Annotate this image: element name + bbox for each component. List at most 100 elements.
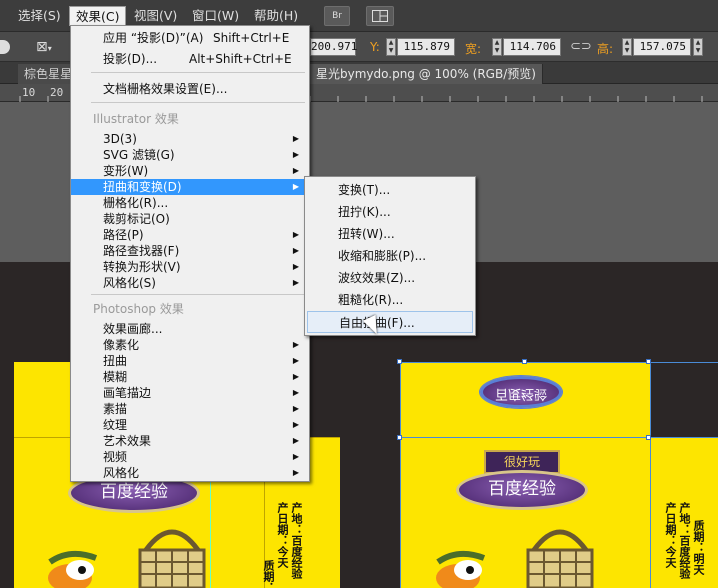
y-stepper[interactable]: ▲ ▼ <box>386 38 396 56</box>
selection-handle[interactable] <box>397 435 402 440</box>
submenu-item-transform[interactable]: 变换(T)... <box>305 179 475 201</box>
menu-section-illustrator: Illustrator 效果 <box>93 112 179 126</box>
menu-separator <box>91 102 305 103</box>
product-info-left-2: 产地：百度经验 <box>290 502 303 579</box>
menu-item-convert-to-shape[interactable]: 转换为形状(V) ▶ <box>71 259 309 275</box>
menu-item-label: 像素化 <box>103 338 140 352</box>
submenu-item-roughen[interactable]: 粗糙化(R)... <box>305 289 475 311</box>
width-stepper[interactable]: ▲ ▼ <box>492 38 502 56</box>
menu-item-blur[interactable]: 模糊 ▶ <box>71 369 309 385</box>
height-stepper[interactable]: ▲ ▼ <box>622 38 632 56</box>
menu-item-label: 扭曲 <box>103 354 128 368</box>
menu-item-svg-filters[interactable]: SVG 滤镜(G) ▶ <box>71 147 309 163</box>
menu-item-label: 路径(P) <box>103 228 144 242</box>
product-info-right-1: 产日期：今天 <box>664 502 677 568</box>
submenu-item-free-distort[interactable]: 自由扭曲(F)... <box>307 311 473 333</box>
submenu-item-pucker-bloat[interactable]: 收缩和膨胀(P)... <box>305 245 475 267</box>
menu-item-label: 艺术效果 <box>103 434 152 448</box>
menu-item-texture[interactable]: 纹理 ▶ <box>71 417 309 433</box>
selection-bounds <box>400 362 718 363</box>
height-field[interactable]: 157.075 <box>633 38 691 56</box>
product-info-left-1: 产日期：今天 <box>276 502 289 568</box>
distort-transform-submenu: 变换(T)... 扭拧(K)... 扭转(W)... 收缩和膨胀(P)... 波… <box>304 176 476 336</box>
submenu-arrow-icon: ▶ <box>292 134 299 143</box>
menu-item-video[interactable]: 视频 ▶ <box>71 449 309 465</box>
bridge-button[interactable]: Br <box>324 6 350 26</box>
menu-select[interactable]: 选择(S) <box>12 6 67 26</box>
menu-item-stylize-illustrator[interactable]: 风格化(S) ▶ <box>71 275 309 291</box>
cartoon-character-icon <box>436 550 486 588</box>
selection-handle[interactable] <box>646 435 651 440</box>
submenu-item-twist[interactable]: 扭转(W)... <box>305 223 475 245</box>
menu-item-label: 风格化(S) <box>103 276 156 290</box>
submenu-arrow-icon: ▶ <box>292 356 299 365</box>
menu-item-sketch[interactable]: 素描 ▶ <box>71 401 309 417</box>
badge-oval-flipped[interactable]: 百度经验 <box>480 376 562 408</box>
width-label: 宽: <box>465 42 482 56</box>
selection-handle[interactable] <box>522 359 527 364</box>
more-stepper[interactable]: ▲ ▼ <box>693 38 703 56</box>
menu-item-label: 模糊 <box>103 370 128 384</box>
submenu-arrow-icon: ▶ <box>292 262 299 271</box>
menu-item-distort[interactable]: 扭曲 ▶ <box>71 353 309 369</box>
menu-item-crop-marks[interactable]: 裁剪标记(O) <box>71 211 309 227</box>
menu-item-label: 画笔描边 <box>103 386 152 400</box>
menu-effect[interactable]: 效果(C) <box>69 6 127 26</box>
submenu-arrow-icon: ▶ <box>292 404 299 413</box>
menu-section-photoshop: Photoshop 效果 <box>93 302 184 316</box>
menu-item-path[interactable]: 路径(P) ▶ <box>71 227 309 243</box>
menu-view[interactable]: 视图(V) <box>128 6 183 26</box>
menu-item-label: 栅格化(R)... <box>103 196 169 210</box>
menu-item-label: 纹理 <box>103 418 128 432</box>
menu-item-distort-transform[interactable]: 扭曲和变换(D) ▶ <box>71 179 309 195</box>
submenu-arrow-icon: ▶ <box>292 372 299 381</box>
product-info-right-2: 产地：百度经验 <box>678 502 691 579</box>
submenu-item-tweak[interactable]: 扭拧(K)... <box>305 201 475 223</box>
selection-handle[interactable] <box>397 359 402 364</box>
menu-item-document-raster-settings[interactable]: 文档栅格效果设置(E)... <box>71 81 309 97</box>
menu-item-label: 投影(D)... <box>103 52 158 66</box>
menu-item-label: 扭曲和变换(D) <box>103 180 182 194</box>
menu-item-rasterize[interactable]: 栅格化(R)... <box>71 195 309 211</box>
submenu-arrow-icon: ▶ <box>292 278 299 287</box>
submenu-arrow-icon: ▶ <box>292 388 299 397</box>
menu-item-label: 路径查找器(F) <box>103 244 180 258</box>
submenu-arrow-icon: ▶ <box>292 182 299 191</box>
tab-starlight[interactable]: 星光bymydo.png @ 100% (RGB/预览) <box>310 64 543 84</box>
menu-item-stylize-photoshop[interactable]: 风格化 ▶ <box>71 465 309 481</box>
menu-item-shortcut: Alt+Shift+Ctrl+E <box>189 52 292 66</box>
menu-item-artistic[interactable]: 艺术效果 ▶ <box>71 433 309 449</box>
menu-item-label: 转换为形状(V) <box>103 260 181 274</box>
submenu-arrow-icon: ▶ <box>292 246 299 255</box>
menu-help[interactable]: 帮助(H) <box>248 6 304 26</box>
menu-item-pixelate[interactable]: 像素化 ▶ <box>71 337 309 353</box>
menu-item-3d[interactable]: 3D(3) ▶ <box>71 131 309 147</box>
height-label: 高: <box>597 42 614 56</box>
arrange-documents-button[interactable] <box>366 6 394 26</box>
product-info-right-3: 质期：明天 <box>692 520 705 575</box>
badge-oval-right: 百度经验 <box>456 470 588 510</box>
menu-item-brush-strokes[interactable]: 画笔描边 ▶ <box>71 385 309 401</box>
menu-item-label: 素描 <box>103 402 128 416</box>
menu-item-warp[interactable]: 变形(W) ▶ <box>71 163 309 179</box>
width-field[interactable]: 114.706 <box>503 38 561 56</box>
menu-item-pathfinder[interactable]: 路径查找器(F) ▶ <box>71 243 309 259</box>
x-field[interactable]: 200.971 <box>310 38 357 56</box>
effect-menu-dropdown: 应用 “投影(D)”(A) Shift+Ctrl+E 投影(D)... Alt+… <box>70 25 310 482</box>
menu-item-label: 3D(3) <box>103 132 137 146</box>
menu-item-effect-gallery[interactable]: 效果画廊... <box>71 321 309 337</box>
y-label: Y: <box>370 40 380 54</box>
arrange-grid-icon <box>372 10 388 22</box>
basket-icon <box>138 529 206 588</box>
menu-window[interactable]: 窗口(W) <box>186 6 245 26</box>
submenu-item-zig-zag[interactable]: 波纹效果(Z)... <box>305 267 475 289</box>
submenu-arrow-icon: ▶ <box>292 166 299 175</box>
y-field[interactable]: 115.879 <box>397 38 455 56</box>
menu-item-last-effect[interactable]: 投影(D)... Alt+Shift+Ctrl+E <box>71 51 309 67</box>
reference-point-icon[interactable]: ⊠▾ <box>36 39 52 55</box>
selection-handle[interactable] <box>646 359 651 364</box>
tab-brown-star[interactable]: 棕色星星 <box>18 64 78 84</box>
link-proportions-icon[interactable]: ⊂⊃ <box>570 39 592 54</box>
selection-bounds <box>400 362 401 588</box>
menu-item-apply-last-effect[interactable]: 应用 “投影(D)”(A) Shift+Ctrl+E <box>71 30 309 46</box>
